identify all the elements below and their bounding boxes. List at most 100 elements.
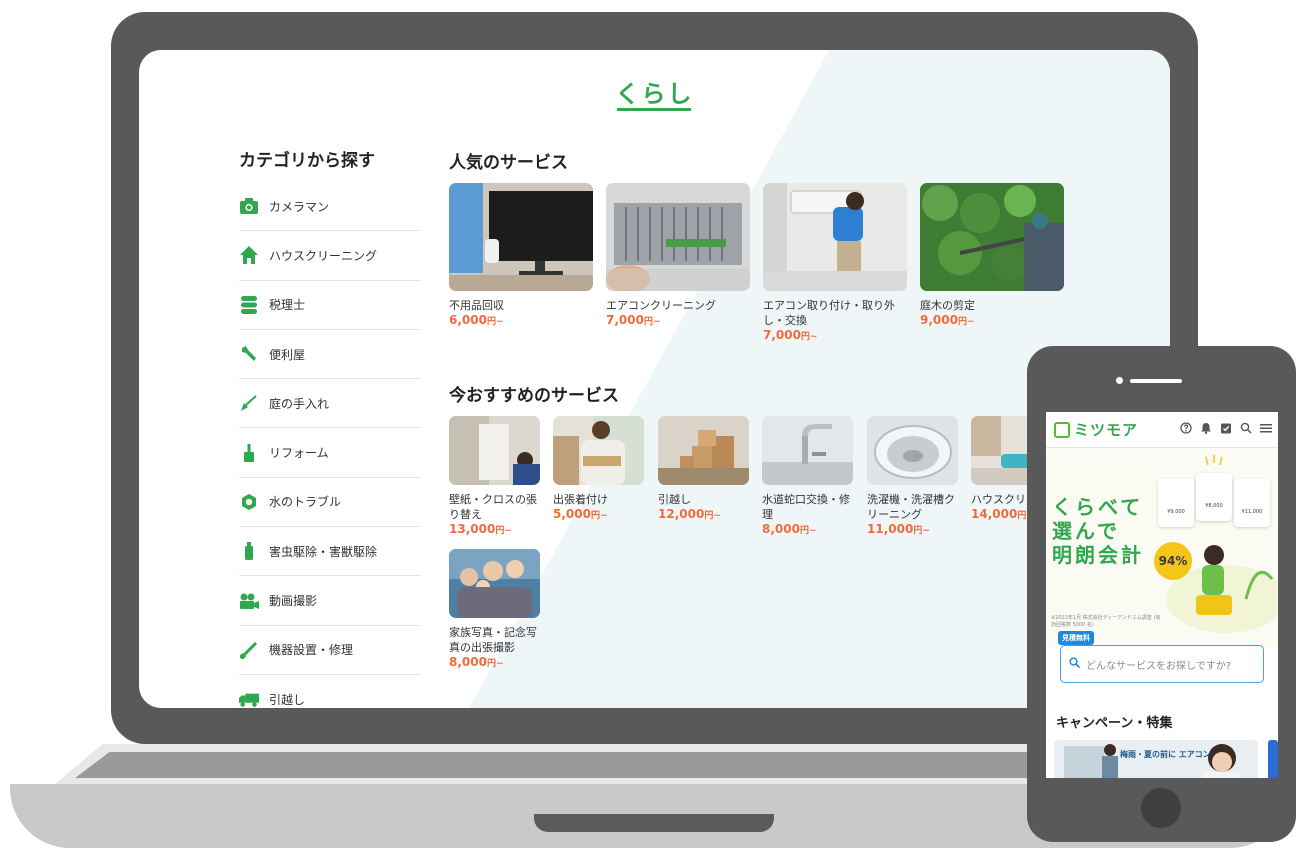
service-image-aircon-install [763,183,907,291]
service-price: 8,000円~ [449,655,504,669]
service-image-washing-machine [867,416,958,485]
category-item-camera[interactable]: カメラマン [239,182,421,232]
recommended-services-heading: 今おすすめのサービス [449,386,619,406]
search-icon[interactable] [1240,422,1252,437]
service-price: 7,000円~ [763,328,818,342]
category-item-video-shooting[interactable]: 動画撮影 [239,576,421,626]
price-card-mini: ¥9,000 [1158,479,1194,527]
service-name: 壁紙・クロスの張り替え [449,493,537,521]
category-item-pest-control[interactable]: 害虫駆除・害獣駆除 [239,527,421,577]
truck-icon [239,690,259,708]
next-banner-peek[interactable] [1268,740,1278,778]
hexagon-icon [239,492,259,512]
phone-header: ミツモア [1046,412,1278,448]
category-sidebar: カテゴリから探す カメラマン ハウスクリーニング 税理士 便利屋 庭の手入れ リ… [239,146,421,708]
hero-line: 明朗会計 [1052,543,1144,567]
phone-camera [1116,377,1123,384]
price-card-mini: ¥11,000 [1234,479,1270,527]
category-item-renovation[interactable]: リフォーム [239,428,421,478]
service-card[interactable]: エアコン取り付け・取り外し・交換 7,000円~ [763,183,907,345]
campaign-banner-text: 梅雨・夏の前に エアコン [1120,750,1211,759]
service-card[interactable]: 洗濯機・洗濯槽クリーニング 11,000円~ [867,416,958,539]
service-card[interactable]: 壁紙・クロスの張り替え 13,000円~ [449,416,540,539]
sidebar-heading: カテゴリから探す [239,151,375,171]
service-price: 5,000円~ [553,507,608,521]
hero-headline: くらべて 選んで 明朗会計 [1052,495,1144,567]
service-image-aircon-cleaning [606,183,750,291]
campaign-banner[interactable]: 梅雨・夏の前に エアコン [1054,740,1258,778]
category-label: 引越し [269,693,306,708]
service-name: 洗濯機・洗濯槽クリーニング [867,493,955,521]
clipboard-icon[interactable] [1220,422,1232,437]
service-name: 出張着付け [553,493,608,506]
category-item-equipment-repair[interactable]: 機器設置・修理 [239,626,421,675]
screwdriver-icon [239,640,259,660]
logo-mark-icon [1054,421,1070,438]
category-item-tax-accountant[interactable]: 税理士 [239,281,421,330]
popular-services-heading: 人気のサービス [449,153,568,173]
category-label: ハウスクリーニング [269,248,378,263]
header-icons [1180,422,1272,437]
phone-speaker [1130,379,1182,383]
camera-icon [239,196,259,216]
service-image-faucet [762,416,853,485]
category-item-house-cleaning[interactable]: ハウスクリーニング [239,231,421,281]
category-label: 動画撮影 [269,594,318,609]
house-icon [239,245,259,265]
service-price: 7,000円~ [606,313,661,327]
service-price: 13,000円~ [449,522,512,536]
satisfaction-badge: 94% [1154,542,1192,580]
spray-icon [239,541,259,561]
service-card[interactable]: 家族写真・記念写真の出張撮影 8,000円~ [449,549,540,672]
help-icon[interactable] [1180,422,1192,437]
database-icon [239,295,259,315]
category-item-gardening[interactable]: 庭の手入れ [239,379,421,429]
category-item-moving[interactable]: 引越し [239,675,421,708]
service-image-wallpaper [449,416,540,485]
hero-line: くらべて [1052,495,1144,519]
category-label: 機器設置・修理 [269,643,354,658]
menu-icon[interactable] [1260,422,1272,437]
service-card[interactable]: 引越し 12,000円~ [658,416,749,524]
category-label: 水のトラブル [269,495,342,510]
service-image-junk-removal [449,183,593,291]
service-card[interactable]: 水道蛇口交換・修理 8,000円~ [762,416,853,539]
service-image-family-photo [449,549,540,618]
category-label: 税理士 [269,298,306,313]
video-camera-icon [239,591,259,611]
search-icon [1069,657,1081,671]
brush-icon [239,443,259,463]
wrench-icon [239,344,259,364]
price-card-mini: ¥8,000 [1196,473,1232,521]
category-item-water-trouble[interactable]: 水のトラブル [239,478,421,528]
service-card[interactable]: エアコンクリーニング 7,000円~ [606,183,750,330]
service-price: 6,000円~ [449,313,504,327]
service-card[interactable]: 庭木の剪定 9,000円~ [920,183,1064,330]
free-estimate-tag: 見積無料 [1058,631,1094,645]
service-name: エアコン取り付け・取り外し・交換 [763,299,895,327]
category-label: 庭の手入れ [269,396,330,411]
page-title-underline [617,108,691,111]
category-label: 害虫駆除・害獣駆除 [269,544,378,559]
service-name: エアコンクリーニング [606,299,716,312]
shovel-icon [239,393,259,413]
service-name: 引越し [658,493,691,506]
laptop-screen: くらし カテゴリから探す カメラマン ハウスクリーニング 税理士 便利屋 庭の手… [139,50,1170,708]
campaign-heading: キャンペーン・特集 [1056,716,1173,731]
service-price: 12,000円~ [658,507,721,521]
category-label: 便利屋 [269,347,306,362]
category-label: リフォーム [269,446,329,461]
brand-logo[interactable]: ミツモア [1074,419,1138,440]
service-search-input[interactable]: どんなサービスをお探しですか? [1060,645,1264,683]
service-price: 8,000円~ [762,522,817,536]
hero-banner: ¥9,000 ¥8,000 ¥11,000 くらべて 選んで 明朗会計 94% … [1046,449,1278,647]
survey-note: ※2022年1月 株式会社ディーアンドエム調査 (有効回答数 5000 名) [1051,615,1161,628]
bell-icon[interactable] [1200,422,1212,437]
category-item-handyman[interactable]: 便利屋 [239,330,421,380]
service-name: 不用品回収 [449,299,504,312]
phone-screen: ミツモア ¥9,000 ¥8,000 ¥11,000 くらべて 選んで 明朗会計… [1046,412,1278,778]
phone-home-button[interactable] [1141,788,1181,828]
service-card[interactable]: 不用品回収 6,000円~ [449,183,593,330]
service-card[interactable]: 出張着付け 5,000円~ [553,416,644,524]
service-image-tree-pruning [920,183,1064,291]
